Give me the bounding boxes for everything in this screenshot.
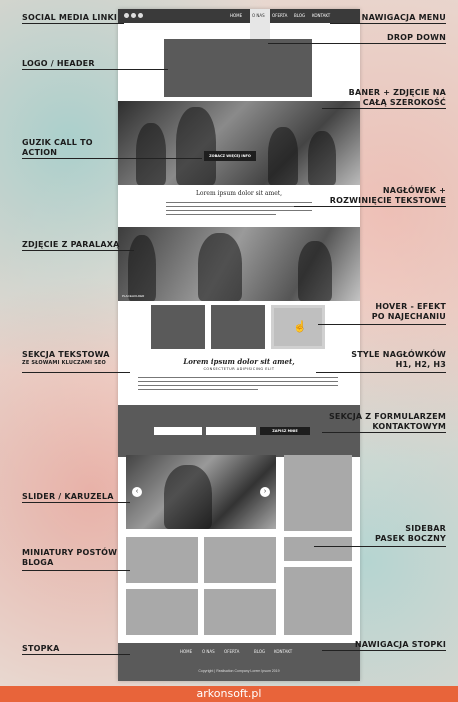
parallax-image: PLACEHOLDER — [118, 227, 360, 301]
twitter-icon[interactable] — [138, 13, 143, 18]
footer-nav-about[interactable]: O NAS — [202, 649, 215, 654]
label-form: SEKCJA Z FORMULARZEM KONTAKTOWYM — [328, 412, 446, 431]
label-thumbs: MINIATURY POSTÓW BLOGA — [22, 548, 118, 567]
label-text-section: SEKCJA TEKSTOWA ZE SŁOWAMI KLUCZAMI SEO — [22, 350, 110, 366]
tile-2[interactable] — [211, 305, 265, 349]
footer-nav-home[interactable]: HOME — [180, 649, 192, 654]
tile-1[interactable] — [151, 305, 205, 349]
copyright: Copyright | Realisation Company Lorem Ip… — [198, 669, 280, 673]
label-nav-menu: NAWIGACJA MENU — [361, 13, 446, 22]
footer: HOME O NAS OFERTA BLOG KONTAKT Copyright… — [118, 643, 360, 681]
label-slider: SLIDER / KARUZELA — [22, 492, 114, 501]
blog-thumb-1[interactable] — [126, 537, 198, 583]
label-heading-styles: STYLE NAGŁÓWKÓW H1, H2, H3 — [351, 350, 446, 369]
nav-item-offer[interactable]: OFERTA — [272, 13, 287, 18]
banner-image — [118, 101, 360, 185]
footer-nav-contact[interactable]: KONTAKT — [274, 649, 292, 654]
email-field[interactable] — [206, 427, 256, 435]
blog-thumb-3[interactable] — [126, 589, 198, 635]
label-cta: GUZIK CALL TO ACTION — [22, 138, 93, 157]
tile-hover[interactable]: ☝ — [271, 305, 325, 349]
label-logo: LOGO / HEADER — [22, 59, 95, 68]
nav-item-blog[interactable]: BLOG — [294, 13, 305, 18]
label-footer-nav: NAWIGACJA STOPKI — [354, 640, 446, 649]
cta-button[interactable]: ZOBACZ WIĘCEJ INFO — [204, 151, 256, 161]
sidebar-block-3 — [284, 567, 352, 635]
nav-item-home[interactable]: HOME — [230, 13, 242, 18]
label-parallax: ZDJĘCIE Z PARALAXĄ — [22, 240, 120, 249]
label-heading: NAGŁÓWEK + ROZWINIĘCIE TEKSTOWE — [329, 186, 446, 205]
label-banner: BANER + ZDJĘCIE NA CAŁĄ SZEROKOŚĆ — [348, 88, 446, 107]
heading-h1: Lorem ipsum dolor sit amet, — [183, 357, 295, 366]
brand-footer: arkonsoft.pl — [0, 686, 458, 702]
website-mockup: HOME O NAS OFERTA BLOG KONTAKT ZOBACZ WI… — [118, 9, 360, 681]
footer-nav-blog[interactable]: BLOG — [254, 649, 265, 654]
label-dropdown: DROP DOWN — [386, 33, 446, 42]
instagram-icon[interactable] — [131, 13, 136, 18]
footer-nav-offer[interactable]: OFERTA — [224, 649, 239, 654]
blog-thumb-4[interactable] — [204, 589, 276, 635]
blog-thumb-2[interactable] — [204, 537, 276, 583]
nav-item-contact[interactable]: KONTAKT — [312, 13, 330, 18]
sidebar-block-1 — [284, 455, 352, 531]
submit-button[interactable]: ZAPISZ MNIE — [260, 427, 310, 435]
parallax-caption: PLACEHOLDER — [122, 294, 145, 298]
label-hover: HOVER - EFEKT PO NAJECHANIU — [371, 302, 446, 321]
label-footer: STOPKA — [22, 644, 60, 653]
section-title: Lorem ipsum dolor sit amet, — [195, 190, 283, 197]
logo-header — [164, 39, 312, 97]
chevron-left-icon[interactable]: ‹ — [132, 487, 142, 497]
cursor-icon: ☝ — [293, 321, 307, 333]
nav-item-about[interactable]: O NAS — [252, 13, 265, 18]
sidebar-block-2 — [284, 537, 352, 561]
facebook-icon[interactable] — [124, 13, 129, 18]
name-field[interactable] — [154, 427, 202, 435]
chevron-right-icon[interactable]: › — [260, 487, 270, 497]
label-sidebar: SIDEBAR PASEK BOCZNY — [375, 524, 446, 543]
heading-h2: CONSECTETUR ADIPISICING ELIT — [203, 367, 275, 371]
label-social: SOCIAL MEDIA LINKI — [22, 13, 118, 22]
slider[interactable]: ‹ › — [126, 455, 276, 529]
